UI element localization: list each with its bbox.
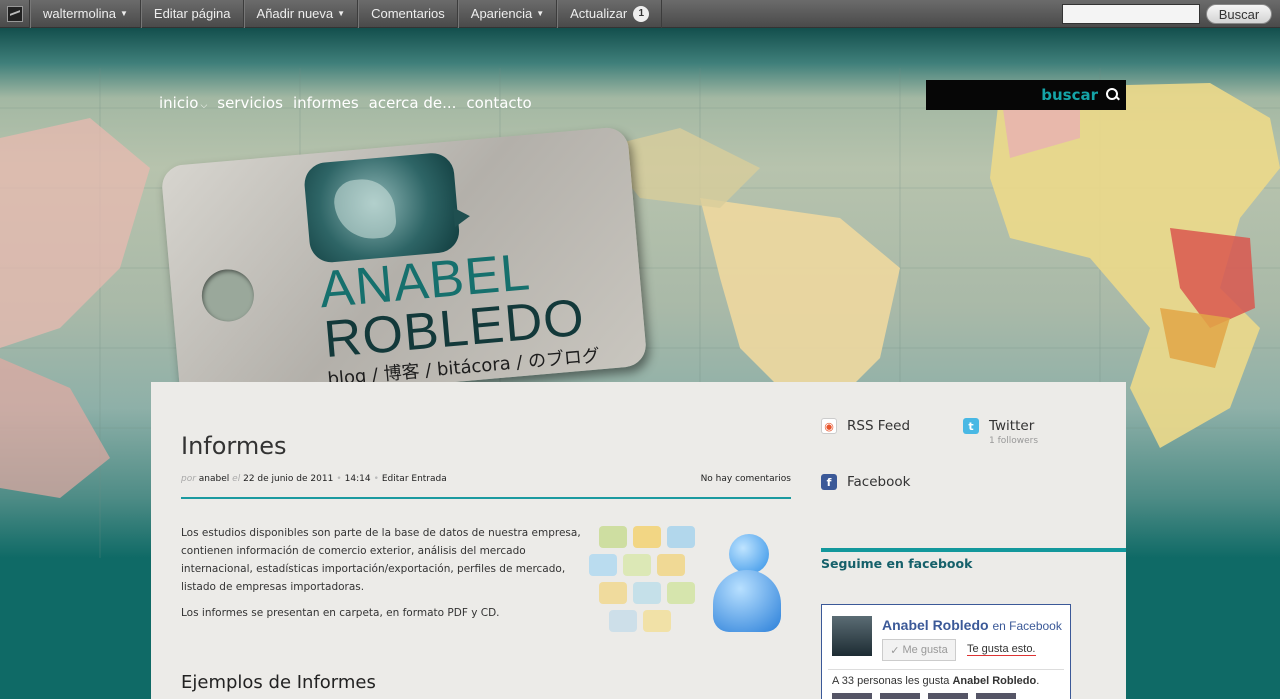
fb-count-prefix: A 33 personas les gusta <box>832 675 950 687</box>
te-gusta-text: Te gusta esto. <box>967 643 1036 656</box>
chevron-down-icon: ⌵ <box>200 101 208 111</box>
twitter-label: Twitter <box>989 418 1035 434</box>
admin-search: Buscar <box>1062 0 1280 28</box>
post-time: 14:14 <box>344 474 371 484</box>
nav-item-acerca[interactable]: acerca de... <box>369 94 457 112</box>
admin-search-button[interactable]: Buscar <box>1206 4 1272 24</box>
fb-page-link[interactable]: Anabel Robledo <box>882 617 989 633</box>
post-title: Informes <box>181 432 287 460</box>
like-button[interactable]: ✓ Me gusta <box>882 639 956 661</box>
comments-label: Comentarios <box>371 6 445 21</box>
nav-item-informes[interactable]: informes <box>293 94 359 112</box>
fan-avatar[interactable] <box>976 693 1016 699</box>
add-new-menu[interactable]: Añadir nueva ▼ <box>243 0 359 28</box>
add-new-label: Añadir nueva <box>256 6 334 21</box>
user-body-icon <box>713 570 781 632</box>
post-date: 22 de junio de 2011 <box>243 474 334 484</box>
nav-item-contacto[interactable]: contacto <box>466 94 531 112</box>
edit-post-link[interactable]: Editar Entrada <box>382 474 447 484</box>
search-label: buscar <box>1041 86 1098 104</box>
updates-link[interactable]: Actualizar 1 <box>557 0 663 28</box>
appearance-menu[interactable]: Apariencia ▼ <box>457 0 558 28</box>
post-body: Los estudios disponibles son parte de la… <box>181 524 586 622</box>
twitter-link[interactable]: t Twitter 1 followers <box>963 418 1038 446</box>
post-paragraph: Los estudios disponibles son parte de la… <box>181 527 581 593</box>
update-count-badge: 1 <box>633 5 650 22</box>
post-paragraph: Los informes se presentan en carpeta, en… <box>181 607 500 619</box>
meta-separator: • <box>373 474 379 484</box>
comments-link[interactable]: Comentarios <box>358 0 458 28</box>
site-search-box[interactable]: buscar <box>926 80 1126 110</box>
like-button-label: Me gusta <box>902 644 948 656</box>
admin-search-input[interactable] <box>1062 4 1200 24</box>
post-meta: por anabel el 22 de junio de 2011 • 14:14 •… <box>181 474 791 499</box>
meta-separator: • <box>336 474 342 484</box>
user-avatar-icon <box>729 534 769 574</box>
fan-avatar[interactable] <box>832 693 872 699</box>
nav-item-inicio[interactable]: inicio ⌵ <box>159 94 207 112</box>
caret-down-icon: ▼ <box>536 9 545 18</box>
check-icon: ✓ <box>890 644 900 657</box>
fan-avatar[interactable] <box>880 693 920 699</box>
search-icon[interactable] <box>1106 88 1120 102</box>
admin-bar: waltermolina ▼ Editar página Añadir nueva… <box>0 0 1280 28</box>
appearance-label: Apariencia <box>470 6 533 21</box>
fb-en-facebook[interactable]: en Facebook <box>992 619 1061 633</box>
admin-user-menu[interactable]: waltermolina ▼ <box>30 0 141 28</box>
facebook-link[interactable]: f Facebook <box>821 474 910 490</box>
fb-count-suffix: . <box>1036 675 1040 687</box>
rss-label: RSS Feed <box>847 418 911 434</box>
edit-page-link[interactable]: Editar página <box>140 0 244 28</box>
fan-avatar[interactable] <box>928 693 968 699</box>
fb-count-name[interactable]: Anabel Robledo <box>952 675 1036 687</box>
rss-icon: ◉ <box>821 418 837 434</box>
reports-user-illustration <box>589 522 781 637</box>
meta-by: por <box>181 474 196 484</box>
sidebar: ◉ RSS Feed t Twitter 1 followers f Faceb… <box>821 382 1126 699</box>
fan-thumbnails <box>832 693 1016 699</box>
facebook-like-box: Anabel Robledo en Facebook ✓ Me gusta Te… <box>821 604 1071 699</box>
wordpress-logo-icon[interactable] <box>0 0 30 28</box>
section-subheading: Ejemplos de Informes <box>181 672 376 693</box>
nav-item-label: inicio <box>159 94 199 112</box>
caret-down-icon: ▼ <box>119 9 128 18</box>
main-nav: inicio ⌵ servicios informes acerca de... … <box>159 94 532 112</box>
divider <box>828 669 1064 670</box>
caret-down-icon: ▼ <box>337 9 346 18</box>
content-area: Informes por anabel el 22 de junio de 20… <box>151 382 1126 699</box>
meta-el: el <box>232 474 241 484</box>
edit-page-label: Editar página <box>153 6 231 21</box>
twitter-followers: 1 followers <box>989 436 1039 446</box>
updates-label: Actualizar <box>570 6 628 21</box>
twitter-icon: t <box>963 418 979 434</box>
fb-page-title: Anabel Robledo en Facebook <box>882 617 1062 633</box>
fb-like-count: A 33 personas les gusta Anabel Robledo. <box>832 675 1039 687</box>
comments-link[interactable]: No hay comentarios <box>701 474 791 484</box>
facebook-label: Facebook <box>847 474 911 490</box>
facebook-widget-heading: Seguime en facebook <box>821 548 1126 571</box>
site-logo[interactable]: ANABEL ROBLEDO blog / 博客 / bitácora / のブ… <box>160 126 648 406</box>
facebook-icon: f <box>821 474 837 490</box>
tag-hole <box>199 267 257 324</box>
admin-user-label: waltermolina <box>43 6 116 21</box>
nav-item-servicios[interactable]: servicios <box>217 94 283 112</box>
rss-feed-link[interactable]: ◉ RSS Feed <box>821 418 910 434</box>
page-avatar[interactable] <box>832 616 872 656</box>
post-author-link[interactable]: anabel <box>199 474 230 484</box>
